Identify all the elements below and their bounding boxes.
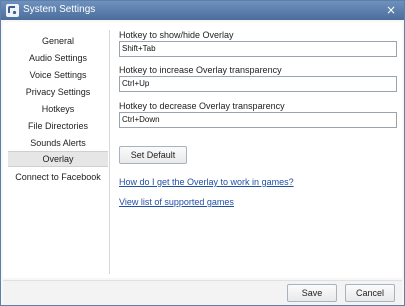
sidebar-item-voice-settings[interactable]: Voice Settings bbox=[8, 67, 108, 83]
set-default-button[interactable]: Set Default bbox=[119, 146, 187, 164]
sidebar-item-sounds-alerts[interactable]: Sounds Alerts bbox=[8, 135, 108, 151]
app-logo-icon bbox=[6, 4, 19, 17]
sidebar-item-general[interactable]: General bbox=[8, 33, 108, 49]
overlay-games-help-link[interactable]: How do I get the Overlay to work in game… bbox=[119, 177, 294, 187]
increase-transparency-hotkey-field[interactable]: Ctrl+Up bbox=[119, 76, 397, 92]
decrease-transparency-hotkey-field[interactable]: Ctrl+Down bbox=[119, 112, 397, 128]
show-hide-hotkey-label: Hotkey to show/hide Overlay bbox=[119, 30, 234, 40]
sidebar-item-overlay[interactable]: Overlay bbox=[8, 151, 108, 167]
decrease-transparency-hotkey-label: Hotkey to decrease Overlay transparency bbox=[119, 101, 285, 111]
cancel-button[interactable]: Cancel bbox=[345, 284, 395, 302]
system-settings-window: System Settings × General Audio Settings… bbox=[0, 0, 405, 306]
supported-games-link[interactable]: View list of supported games bbox=[119, 197, 234, 207]
save-button[interactable]: Save bbox=[287, 284, 337, 302]
increase-transparency-hotkey-label: Hotkey to increase Overlay transparency bbox=[119, 65, 282, 75]
sidebar-item-hotkeys[interactable]: Hotkeys bbox=[8, 101, 108, 117]
sidebar-item-connect-to-facebook[interactable]: Connect to Facebook bbox=[8, 169, 108, 185]
window-title: System Settings bbox=[23, 4, 96, 15]
sidebar-item-audio-settings[interactable]: Audio Settings bbox=[8, 50, 108, 66]
close-icon[interactable]: × bbox=[384, 3, 398, 17]
sidebar-item-file-directories[interactable]: File Directories bbox=[8, 118, 108, 134]
dialog-footer: Save Cancel bbox=[3, 280, 402, 305]
title-bar[interactable]: System Settings × bbox=[1, 1, 404, 20]
sidebar-item-privacy-settings[interactable]: Privacy Settings bbox=[8, 84, 108, 100]
settings-sidebar: General Audio Settings Voice Settings Pr… bbox=[8, 30, 110, 274]
show-hide-hotkey-field[interactable]: Shift+Tab bbox=[119, 41, 397, 57]
settings-content: General Audio Settings Voice Settings Pr… bbox=[3, 22, 402, 278]
